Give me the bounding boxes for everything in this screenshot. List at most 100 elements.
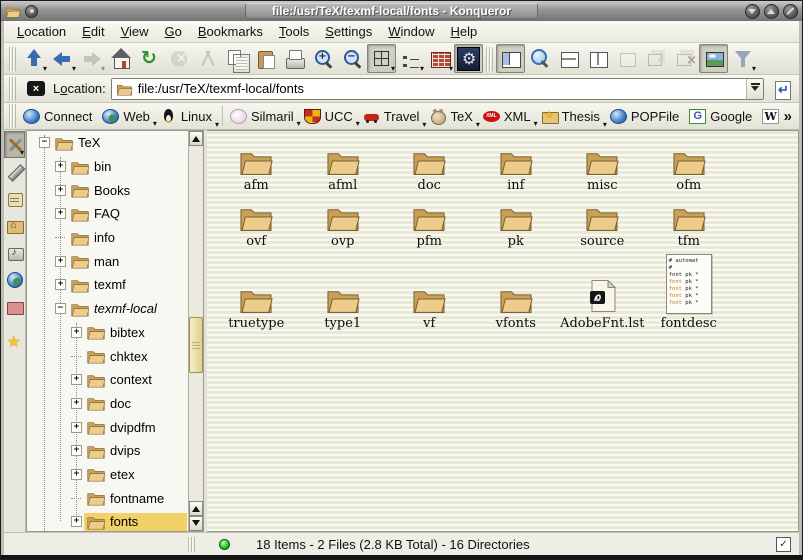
location-input[interactable]: file:/usr/TeX/texmf-local/fonts [111, 78, 764, 100]
extra-toolbar-handle[interactable] [486, 47, 493, 71]
sidebar-tab-globe[interactable] [4, 266, 25, 293]
sidebar-tab-home-folder[interactable] [4, 212, 25, 239]
list-view-button[interactable]: ▾ [396, 44, 425, 73]
sticky-button[interactable] [25, 5, 38, 18]
tree-expander-plus[interactable]: + [55, 208, 66, 219]
tree-label-wrap[interactable]: fonts [84, 513, 187, 531]
tree-label-wrap[interactable]: Books [68, 181, 187, 199]
tree-label-wrap[interactable]: man [68, 252, 187, 270]
bookmark-ucc[interactable]: UCC▾ [300, 107, 359, 126]
file-item-vf[interactable]: vf [386, 249, 473, 331]
bookmarksbar-handle[interactable] [9, 104, 16, 128]
menu-item-settings[interactable]: Settings [317, 22, 380, 41]
file-item-tfm[interactable]: tfm [646, 193, 733, 249]
icon-view-button[interactable]: ▾ [367, 44, 396, 73]
tree-item-fontname[interactable]: fontname [27, 486, 188, 510]
file-item-truetype[interactable]: truetype [213, 249, 300, 331]
bookmark-wikipedia[interactable]: WWikipedia [758, 107, 780, 126]
file-item-ovf[interactable]: ovf [213, 193, 300, 249]
menu-item-edit[interactable]: Edit [74, 22, 112, 41]
tree-label-wrap[interactable]: bin [68, 158, 187, 176]
close-button[interactable] [783, 4, 798, 19]
tree-label-wrap[interactable]: dvipdfm [84, 418, 187, 436]
split-v-button[interactable] [583, 44, 612, 73]
tree-expander-plus[interactable]: + [71, 469, 82, 480]
menu-item-bookmarks[interactable]: Bookmarks [190, 22, 271, 41]
print-button[interactable] [280, 44, 309, 73]
tree-item-fonts[interactable]: +fonts [27, 510, 188, 532]
file-item-source[interactable]: source [559, 193, 646, 249]
menu-item-view[interactable]: View [113, 22, 157, 41]
file-item-ofm[interactable]: ofm [646, 137, 733, 193]
tree-item-man[interactable]: +man [27, 249, 188, 273]
scroll-up-button[interactable] [189, 131, 203, 146]
bookmark-linux[interactable]: Linux▾ [156, 106, 218, 127]
go-button[interactable] [769, 77, 795, 101]
tree-label-wrap[interactable]: TeX [52, 134, 187, 152]
tree-expander-plus[interactable]: + [71, 445, 82, 456]
file-item-inf[interactable]: inf [473, 137, 560, 193]
tree-item-etex[interactable]: +etex [27, 463, 188, 487]
file-item-type1[interactable]: type1 [300, 249, 387, 331]
tree-label-wrap[interactable]: info [68, 229, 187, 247]
tree-expander-plus[interactable]: + [55, 185, 66, 196]
menu-item-go[interactable]: Go [157, 22, 190, 41]
bookmark-popfile[interactable]: POPFile [606, 107, 685, 126]
tree-item-bibtex[interactable]: +bibtex [27, 321, 188, 345]
sidebar-tab-tools[interactable]: ▾ [4, 131, 25, 158]
file-item-afm[interactable]: afm [213, 137, 300, 193]
tree-label-wrap[interactable]: context [84, 371, 187, 389]
tree-expander-plus[interactable]: + [71, 398, 82, 409]
copy-button[interactable] [222, 44, 251, 73]
sidebar-button[interactable] [496, 44, 525, 73]
filter-button[interactable]: ▾ [728, 44, 757, 73]
scroll-up-button-2[interactable] [189, 501, 203, 516]
tree-item-info[interactable]: info [27, 226, 188, 250]
tree-expander-plus[interactable]: + [71, 374, 82, 385]
tree-scrollbar[interactable] [188, 131, 203, 531]
tree-expander-plus[interactable]: + [55, 161, 66, 172]
tree-item-chktex[interactable]: chktex [27, 344, 188, 368]
sidebar-tab-pen[interactable] [4, 158, 25, 185]
zoom-out-button[interactable] [338, 44, 367, 73]
sidebar-tab-root-folder[interactable] [4, 293, 25, 320]
tree-item-doc[interactable]: +doc [27, 392, 188, 416]
bookmark-silmaril[interactable]: Silmaril▾ [226, 107, 300, 126]
tree-item-context[interactable]: +context [27, 368, 188, 392]
tree-expander-plus[interactable]: + [71, 516, 82, 527]
tree-item-dvips[interactable]: +dvips [27, 439, 188, 463]
location-value[interactable]: file:/usr/TeX/texmf-local/fonts [138, 81, 741, 96]
paste-button[interactable] [251, 44, 280, 73]
tree-item-tex[interactable]: −TeX [27, 131, 188, 155]
scroll-down-button[interactable] [189, 516, 203, 531]
bookmark-travel[interactable]: Travel▾ [359, 106, 426, 127]
tree-label-wrap[interactable]: FAQ [68, 205, 187, 223]
scrollbar-thumb[interactable] [189, 317, 203, 373]
bookmark-connect[interactable]: Connect [19, 107, 98, 126]
tree-label-wrap[interactable]: chktex [84, 347, 187, 365]
minimize-button[interactable] [745, 4, 760, 19]
tree-item-bin[interactable]: +bin [27, 155, 188, 179]
tree-item-dvipdfm[interactable]: +dvipdfm [27, 415, 188, 439]
tree-expander-plus[interactable]: + [55, 256, 66, 267]
home-button[interactable] [106, 44, 135, 73]
file-item-doc[interactable]: doc [386, 137, 473, 193]
bricks-view-button[interactable]: ▾ [425, 44, 454, 73]
menu-item-help[interactable]: Help [443, 22, 486, 41]
bookmark-thesis[interactable]: Thesis▾ [537, 106, 606, 127]
tree-expander-plus[interactable]: + [55, 279, 66, 290]
bookmark-google[interactable]: GGoogle [685, 107, 758, 126]
file-item-pk[interactable]: pk [473, 193, 560, 249]
gear-button[interactable] [454, 44, 483, 73]
bookmark-xml[interactable]: XMLXML▾ [479, 107, 537, 126]
menu-item-location[interactable]: Location [9, 22, 74, 41]
bookmarks-overflow-button[interactable]: » [781, 108, 795, 125]
reload-button[interactable] [135, 44, 164, 73]
sidebar-tab-star[interactable] [4, 327, 25, 354]
up-button[interactable]: ▾ [19, 44, 48, 73]
tree-expander-plus[interactable]: + [71, 327, 82, 338]
title-bar[interactable]: file:/usr/TeX/texmf-local/fonts - Konque… [1, 1, 802, 21]
tree-expander-plus[interactable]: + [71, 422, 82, 433]
toolbar-handle[interactable] [9, 47, 16, 71]
find-button[interactable] [525, 44, 554, 73]
